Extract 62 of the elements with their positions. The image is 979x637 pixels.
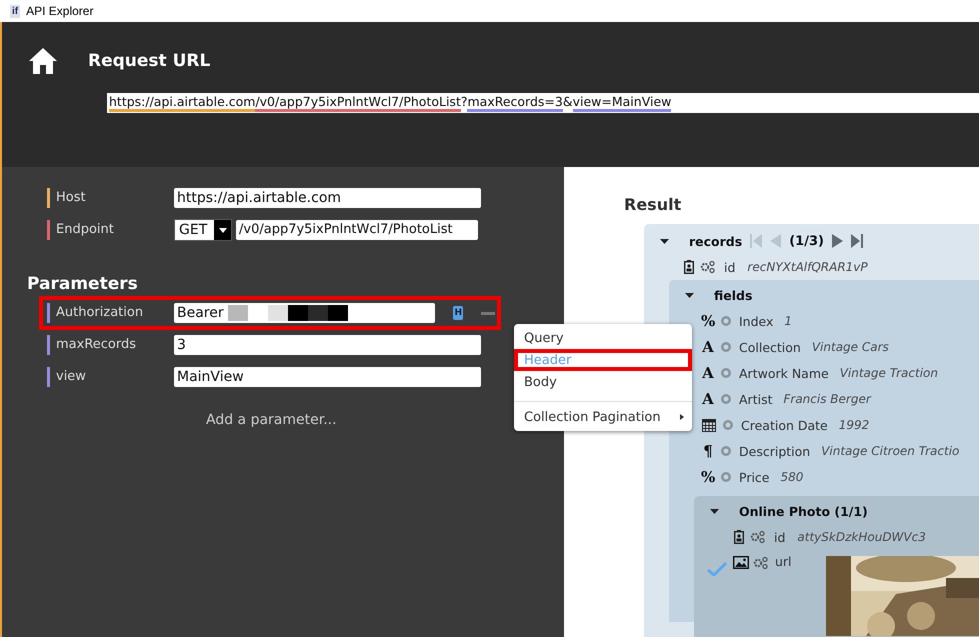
calendar-icon xyxy=(702,418,716,432)
input-field[interactable]: 3 xyxy=(174,335,481,355)
input-field[interactable]: MainView xyxy=(174,367,481,387)
field-value: Francis Berger xyxy=(783,392,871,406)
image-icon xyxy=(733,556,749,569)
window-title: API Explorer xyxy=(26,4,94,18)
id-card-icon xyxy=(734,530,744,544)
gears-icon xyxy=(753,556,769,570)
field-name: Artwork Name xyxy=(739,366,829,380)
last-page-icon xyxy=(850,234,863,248)
menu-item[interactable]: Query xyxy=(514,327,692,349)
section-title: Result xyxy=(624,195,682,214)
caret-icon xyxy=(218,228,226,232)
field-name: Collection xyxy=(739,340,801,354)
node-label: Online Photo (1/1) xyxy=(739,504,868,518)
app-icon: if xyxy=(10,4,20,18)
field-type-icon: % xyxy=(701,312,715,330)
field-value: Vintage Cars xyxy=(812,340,889,354)
gears-icon xyxy=(700,260,716,274)
section-title: Parameters xyxy=(27,274,139,294)
field-name: Creation Date xyxy=(741,418,828,432)
field-value: attySkDzkHouDWVc3 xyxy=(797,530,926,544)
field-name: Description xyxy=(739,444,810,458)
page-counter: (1/3) xyxy=(789,234,824,248)
field-value: 1992 xyxy=(838,418,870,432)
field-name: Artist xyxy=(739,392,772,406)
field-value: 580 xyxy=(780,470,804,484)
remove-button[interactable] xyxy=(481,312,495,314)
field-name: id xyxy=(774,530,786,544)
expand-triangle-icon xyxy=(710,508,719,514)
field-value: 1 xyxy=(784,314,792,328)
field-name: Index xyxy=(739,314,774,328)
expand-triangle-icon xyxy=(685,292,694,298)
field-value: Vintage Traction xyxy=(840,366,938,380)
header-badge[interactable]: H xyxy=(453,306,464,320)
input-field[interactable]: Bearer xyxy=(174,303,436,323)
section-title: Request URL xyxy=(88,51,210,71)
home-icon xyxy=(28,47,58,75)
field-type-icon: A xyxy=(701,364,715,382)
field-name: id xyxy=(724,260,736,274)
field-name: Price xyxy=(739,470,770,484)
node-label: fields xyxy=(714,288,752,302)
field-type-icon: ¶ xyxy=(701,442,715,460)
previous-page-icon xyxy=(770,234,782,248)
next-page-icon xyxy=(832,234,843,248)
method-dropdown[interactable]: GET xyxy=(174,219,232,241)
menu-item[interactable]: Collection Pagination xyxy=(514,406,692,428)
node-label: records xyxy=(689,234,742,248)
field-value: recNYXtAlfQRAR1vP xyxy=(747,260,868,274)
input-field[interactable]: https://api.airtable.com xyxy=(174,188,481,208)
field-name: url xyxy=(775,554,792,569)
menu-item[interactable]: Body xyxy=(514,371,692,393)
gears-icon xyxy=(750,530,766,544)
expand-triangle-icon xyxy=(660,238,669,244)
id-card-icon xyxy=(684,260,694,274)
field-type-icon: A xyxy=(701,390,715,408)
first-page-icon xyxy=(750,234,762,248)
field-type-icon: % xyxy=(701,468,715,486)
field-type-icon: A xyxy=(701,338,715,356)
url-field[interactable]: https://api.airtable.com/v0/app7y5ixPnlntWcl7/PhotoList?maxRecords=3&view=MainView xyxy=(107,93,979,113)
field-value: Vintage Citroen Tractio xyxy=(821,444,960,458)
input-field[interactable]: /v0/app7y5ixPnlntWcl7/PhotoList xyxy=(236,220,478,240)
